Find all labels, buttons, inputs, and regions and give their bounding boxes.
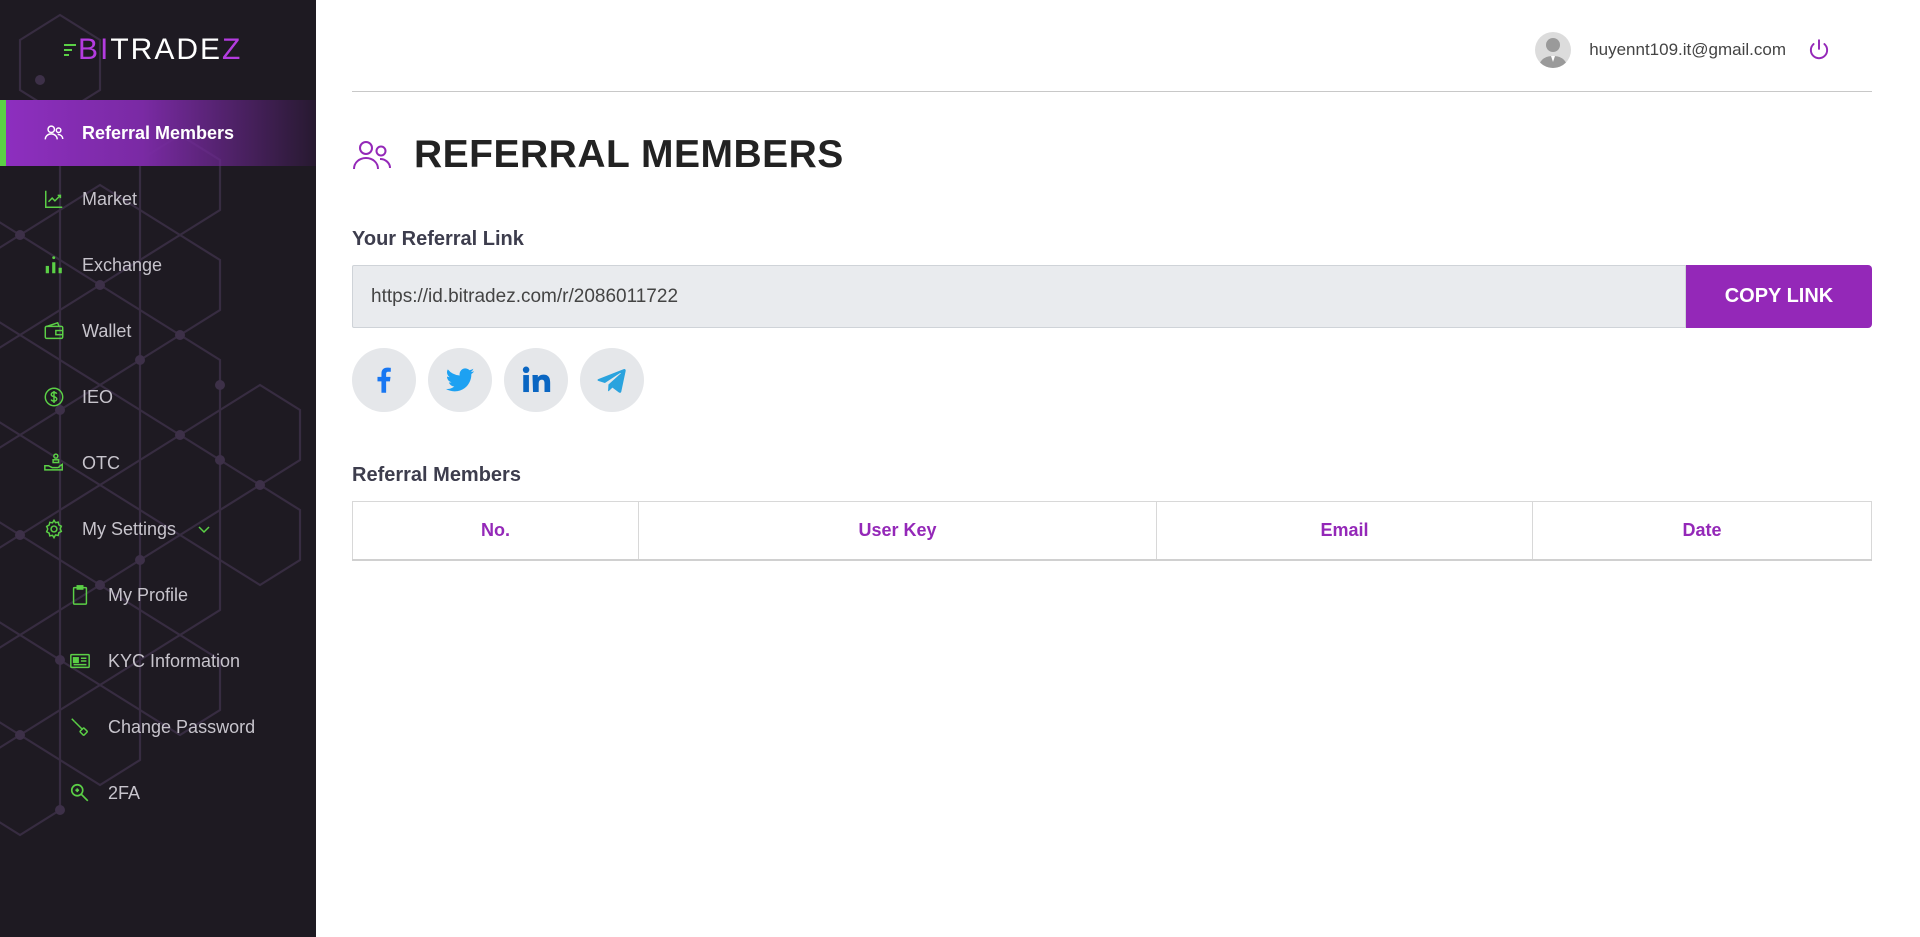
page-header: REFERRAL MEMBERS: [352, 130, 1872, 180]
column-header-email[interactable]: Email: [1156, 501, 1533, 561]
gear-icon: [42, 517, 66, 541]
referral-link-label: Your Referral Link: [352, 228, 524, 250]
facebook-icon: [377, 367, 391, 393]
sidebar-item-wallet[interactable]: Wallet: [0, 298, 316, 364]
hand-coin-icon: [42, 451, 66, 475]
sidebar-item-change-password[interactable]: Change Password: [0, 694, 316, 760]
table-header-row: No. User Key Email Date: [352, 501, 1872, 561]
sidebar-item-label: OTC: [82, 452, 120, 473]
sidebar-item-label: Change Password: [108, 716, 256, 737]
column-header-date[interactable]: Date: [1532, 501, 1872, 561]
top-bar: huyennt109.it@gmail.com: [352, 0, 1872, 92]
search-key-icon: [68, 781, 92, 805]
wallet-icon: [42, 319, 66, 343]
sidebar-item-label: Market: [82, 188, 138, 209]
sidebar-item-label: My Profile: [108, 584, 189, 605]
sidebar-item-otc[interactable]: OTC: [0, 430, 316, 496]
sidebar-item-label: Exchange: [82, 254, 163, 275]
sidebar-item-label: IEO: [82, 386, 114, 407]
chevron-down-icon: [198, 526, 210, 534]
logout-power-icon[interactable]: [1806, 37, 1832, 63]
dollar-circle-icon: [42, 385, 66, 409]
clipboard-icon: [68, 583, 92, 607]
exchange-bars-icon: [42, 253, 66, 277]
users-icon: [42, 121, 66, 145]
sidebar-item-market[interactable]: Market: [0, 166, 316, 232]
social-share-row: [352, 348, 1872, 412]
key-icon: [68, 715, 92, 739]
referral-link-row: COPY LINK: [352, 265, 1872, 328]
copy-link-button[interactable]: COPY LINK: [1686, 265, 1872, 328]
referral-link-input[interactable]: [352, 265, 1686, 328]
column-header-user-key[interactable]: User Key: [638, 501, 1157, 561]
chart-line-icon: [42, 187, 66, 211]
user-email: huyennt109.it@gmail.com: [1589, 40, 1786, 59]
twitter-icon: [445, 368, 475, 392]
avatar[interactable]: [1535, 32, 1572, 68]
sidebar-item-my-profile[interactable]: My Profile: [0, 562, 316, 628]
sidebar-item-label: KYC Information: [108, 650, 241, 671]
sidebar-item-ieo[interactable]: IEO: [0, 364, 316, 430]
user-avatar-icon: [1539, 38, 1568, 68]
sidebar-item-label: Referral Members: [82, 122, 235, 143]
id-card-icon: [68, 649, 92, 673]
sidebar-item-referral-members[interactable]: Referral Members: [0, 100, 316, 166]
main-content: huyennt109.it@gmail.com REFERRAL MEMBERS…: [352, 0, 1872, 561]
sidebar-item-my-settings[interactable]: My Settings: [0, 496, 316, 562]
sidebar-item-label: My Settings: [82, 518, 177, 539]
logo[interactable]: BITRADEZ: [64, 32, 242, 68]
column-header-no[interactable]: No.: [352, 501, 639, 561]
users-icon: [353, 141, 391, 170]
share-telegram-button[interactable]: [580, 348, 644, 412]
sidebar-item-exchange[interactable]: Exchange: [0, 232, 316, 298]
referral-members-label: Referral Members: [352, 464, 521, 486]
sidebar-item-label: Wallet: [82, 320, 132, 341]
share-linkedin-button[interactable]: [504, 348, 568, 412]
share-facebook-button[interactable]: [352, 348, 416, 412]
logo-mark: [64, 41, 76, 59]
sidebar-nav: Referral Members Market Exchange Wallet …: [0, 100, 316, 826]
sidebar-item-label: 2FA: [108, 782, 141, 803]
referral-members-table: No. User Key Email Date: [352, 501, 1872, 561]
linkedin-icon: [522, 366, 551, 393]
telegram-icon: [597, 368, 626, 393]
sidebar-item-kyc-information[interactable]: KYC Information: [0, 628, 316, 694]
page-title: REFERRAL MEMBERS: [414, 133, 844, 176]
sidebar: BITRADEZ Referral Members Market Exchang…: [0, 0, 316, 937]
logo-text: BITRADEZ: [78, 33, 243, 66]
sidebar-item-2fa[interactable]: 2FA: [0, 760, 316, 826]
share-twitter-button[interactable]: [428, 348, 492, 412]
user-menu: huyennt109.it@gmail.com: [1535, 32, 1832, 68]
